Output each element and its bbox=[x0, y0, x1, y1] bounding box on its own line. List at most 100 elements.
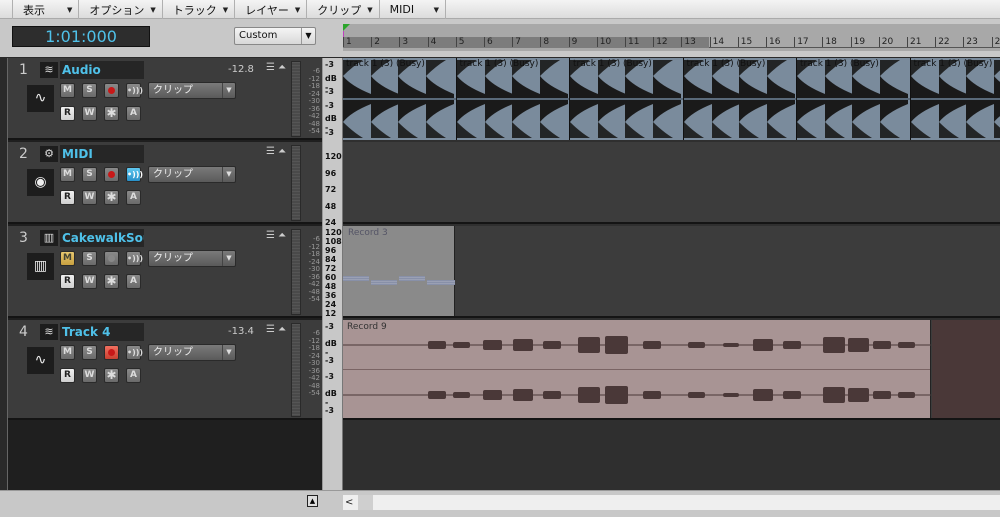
audio-clip[interactable]: track 1 (3) (Busy) bbox=[570, 58, 684, 140]
fx-bypass-button[interactable]: ✱ bbox=[104, 190, 119, 205]
track-header-2[interactable]: 2 ⚙ MIDI ◉ ☰ ⏶ M S •))) クリップ ▼ R W ✱ A bbox=[8, 142, 323, 224]
read-automation-button[interactable]: R bbox=[60, 106, 75, 121]
track-header-3[interactable]: 3 ▥ CakewalkSou ▥ ☰ ⏶ M S •))) クリップ ▼ R W… bbox=[8, 226, 323, 318]
fx-bypass-button[interactable]: ✱ bbox=[104, 274, 119, 289]
mute-button[interactable]: M bbox=[60, 167, 75, 182]
midi-clip[interactable]: Record 3 bbox=[343, 226, 455, 316]
audio-clip[interactable]: track 1 (3) (Busy) bbox=[343, 58, 457, 140]
time-display[interactable]: 1:01:000 bbox=[12, 26, 150, 47]
clip-tail-region bbox=[932, 320, 1000, 418]
audio-clip[interactable]: track 1 (3) (Busy) bbox=[683, 58, 797, 140]
timeline-ruler[interactable]: 123456789101112131415161718192021222324 bbox=[343, 24, 1000, 51]
snap-select[interactable]: Custom ▼ bbox=[234, 27, 316, 45]
solo-button[interactable]: S bbox=[82, 251, 97, 266]
mute-button[interactable]: M bbox=[60, 345, 75, 360]
echo-icon: •))) bbox=[127, 254, 144, 263]
write-automation-button[interactable]: W bbox=[82, 190, 97, 205]
menu-view[interactable]: 表示 ▼ bbox=[12, 0, 80, 19]
menu-options[interactable]: オプション ▼ bbox=[79, 0, 163, 19]
record-arm-button[interactable] bbox=[104, 167, 119, 182]
clips-pane[interactable]: track 1 (3) (Busy) track 1 (3) (Busy) trac… bbox=[343, 58, 1000, 490]
input-select[interactable]: クリップ ▼ bbox=[148, 82, 236, 99]
input-echo-button[interactable]: •))) bbox=[126, 167, 143, 182]
track-lane-3[interactable]: Record 3 bbox=[343, 226, 1000, 318]
ruler-tick: 16 bbox=[766, 37, 780, 47]
track-pane: 1 ≋ Audio ∿ -12.8 ☰ ⏶ M S •))) クリップ ▼ R W… bbox=[7, 58, 323, 490]
instrument-type-icon: ▥ bbox=[27, 253, 54, 280]
input-select[interactable]: クリップ ▼ bbox=[148, 166, 236, 183]
midi-note[interactable] bbox=[427, 280, 455, 285]
start-marker-icon[interactable] bbox=[343, 24, 350, 31]
midi-note[interactable] bbox=[371, 280, 397, 285]
audio-clip-record-9[interactable]: Record 9 bbox=[343, 320, 931, 418]
scroll-thumb[interactable] bbox=[358, 495, 373, 510]
solo-button[interactable]: S bbox=[82, 345, 97, 360]
track-menu-icon[interactable]: ☰ ⏶ bbox=[266, 324, 286, 335]
input-select[interactable]: クリップ ▼ bbox=[148, 250, 236, 267]
scroll-left-icon[interactable]: < bbox=[345, 495, 353, 510]
track-menu-icon[interactable]: ☰ ⏶ bbox=[266, 230, 286, 241]
automation-arm-button[interactable]: A bbox=[126, 106, 141, 121]
scale-label: dB - bbox=[325, 338, 337, 357]
record-arm-button[interactable] bbox=[104, 251, 119, 266]
chevron-down-icon: ▼ bbox=[294, 5, 301, 14]
vertical-scale[interactable]: -3 dB - -3 -3 dB - -3 120 96 72 48 24 120 108 96 84 72 6… bbox=[322, 58, 343, 490]
track-menu-icon[interactable]: ☰ ⏶ bbox=[266, 146, 286, 157]
horizontal-scrollbar[interactable]: < bbox=[343, 495, 1000, 510]
write-automation-button[interactable]: W bbox=[82, 274, 97, 289]
record-arm-button[interactable] bbox=[104, 83, 119, 98]
write-automation-button[interactable]: W bbox=[82, 368, 97, 383]
ruler-tick: 11 bbox=[625, 37, 639, 47]
ruler-tick: 9 bbox=[568, 37, 577, 47]
track-lane-4[interactable]: Record 9 bbox=[343, 320, 1000, 420]
menu-midi[interactable]: MIDI ▼ bbox=[380, 0, 447, 19]
track-name-field[interactable]: Track 4 bbox=[60, 323, 144, 341]
automation-arm-button[interactable]: A bbox=[126, 368, 141, 383]
ruler-tick: 5 bbox=[455, 37, 465, 47]
solo-button[interactable]: S bbox=[82, 167, 97, 182]
track-lane-2[interactable] bbox=[343, 142, 1000, 224]
menu-track[interactable]: トラック ▼ bbox=[163, 0, 236, 19]
record-arm-button[interactable] bbox=[104, 345, 119, 360]
ruler-tick: 17 bbox=[794, 37, 809, 47]
audio-clip[interactable]: track 1 (3) (Busy) bbox=[797, 58, 911, 140]
input-echo-button[interactable]: •))) bbox=[126, 251, 144, 266]
read-automation-button[interactable]: R bbox=[60, 190, 75, 205]
input-echo-button[interactable]: •))) bbox=[126, 83, 143, 98]
track-lane-1[interactable]: track 1 (3) (Busy) track 1 (3) (Busy) trac… bbox=[343, 58, 1000, 140]
collapse-panel-icon[interactable]: ▲ bbox=[307, 495, 318, 507]
midi-track-icon: ⚙ bbox=[40, 146, 58, 162]
track-header-4[interactable]: 4 ≋ Track 4 ∿ -13.4 ☰ ⏶ M S •))) クリップ ▼ R… bbox=[8, 320, 323, 420]
ruler-tick: 3 bbox=[399, 37, 408, 47]
track-header-1[interactable]: 1 ≋ Audio ∿ -12.8 ☰ ⏶ M S •))) クリップ ▼ R W… bbox=[8, 58, 323, 140]
scale-label: -3 bbox=[325, 405, 334, 415]
read-automation-button[interactable]: R bbox=[60, 368, 75, 383]
menu-layer[interactable]: レイヤー ▼ bbox=[235, 0, 308, 19]
write-automation-button[interactable]: W bbox=[82, 106, 97, 121]
track-name-field[interactable]: Audio bbox=[60, 61, 144, 79]
mute-button[interactable]: M bbox=[60, 83, 75, 98]
ruler-tick: 24 bbox=[991, 37, 1000, 47]
input-echo-button[interactable]: •))) bbox=[126, 345, 143, 360]
read-automation-button[interactable]: R bbox=[60, 274, 75, 289]
audio-clip[interactable]: track 1 (3) (Busy) bbox=[910, 58, 1000, 140]
mute-button[interactable]: M bbox=[60, 251, 75, 266]
ruler-tick: 12 bbox=[653, 37, 668, 47]
automation-arm-button[interactable]: A bbox=[126, 274, 141, 289]
scale-label: 120 bbox=[325, 152, 342, 161]
fx-bypass-button[interactable]: ✱ bbox=[104, 368, 119, 383]
solo-button[interactable]: S bbox=[82, 83, 97, 98]
menu-clip[interactable]: クリップ ▼ bbox=[307, 0, 380, 19]
channel-divider bbox=[683, 98, 796, 100]
input-select[interactable]: クリップ ▼ bbox=[148, 344, 236, 361]
track-menu-icon[interactable]: ☰ ⏶ bbox=[266, 62, 286, 73]
fx-bypass-button[interactable]: ✱ bbox=[104, 106, 119, 121]
track-volume-readout: -12.8 bbox=[228, 64, 254, 75]
track-name-field[interactable]: CakewalkSou bbox=[60, 229, 144, 247]
automation-arm-button[interactable]: A bbox=[126, 190, 141, 205]
track-name-field[interactable]: MIDI bbox=[60, 145, 144, 163]
midi-note[interactable] bbox=[343, 276, 369, 281]
level-meter bbox=[291, 145, 301, 221]
midi-note[interactable] bbox=[399, 276, 425, 281]
audio-clip[interactable]: track 1 (3) (Busy) bbox=[456, 58, 570, 140]
